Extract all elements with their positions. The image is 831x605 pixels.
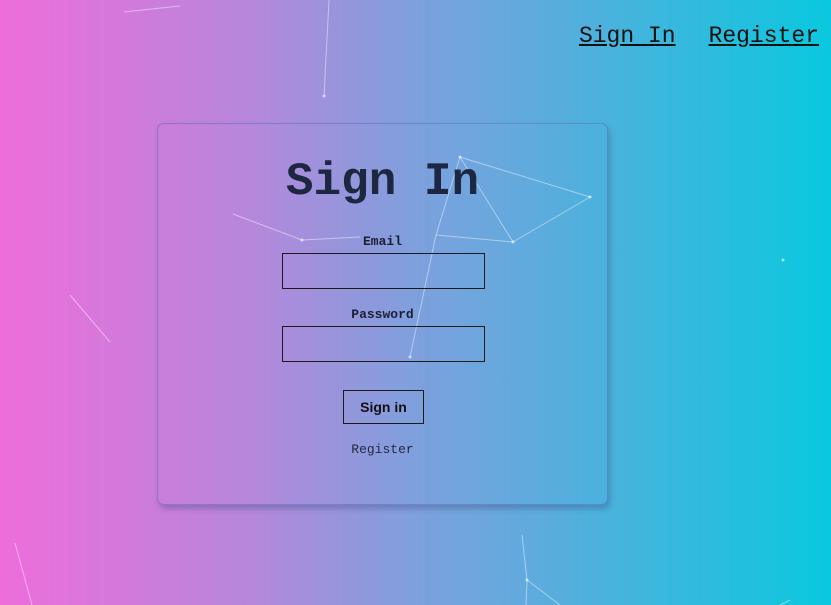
top-nav: Sign In Register xyxy=(579,22,819,50)
bg-node xyxy=(525,578,529,582)
sign-in-card: Sign In Email Password Sign in Register xyxy=(157,123,608,505)
bg-line xyxy=(525,579,528,605)
email-label: Email xyxy=(362,234,402,249)
nav-register-link[interactable]: Register xyxy=(709,22,819,50)
nav-sign-in-link[interactable]: Sign In xyxy=(579,22,676,50)
password-field[interactable] xyxy=(282,326,485,362)
email-field[interactable] xyxy=(282,253,485,289)
bg-node xyxy=(781,258,785,262)
bg-line xyxy=(69,294,111,343)
bg-line xyxy=(323,0,330,97)
page-title: Sign In xyxy=(285,156,480,208)
bg-line xyxy=(123,5,181,13)
bg-line xyxy=(779,599,791,605)
bg-line xyxy=(526,579,561,605)
bg-line xyxy=(14,542,33,605)
register-link[interactable]: Register xyxy=(158,442,607,457)
password-label: Password xyxy=(351,307,414,322)
sign-in-button[interactable]: Sign in xyxy=(343,390,424,424)
bg-line xyxy=(521,534,528,581)
bg-node xyxy=(322,94,326,98)
